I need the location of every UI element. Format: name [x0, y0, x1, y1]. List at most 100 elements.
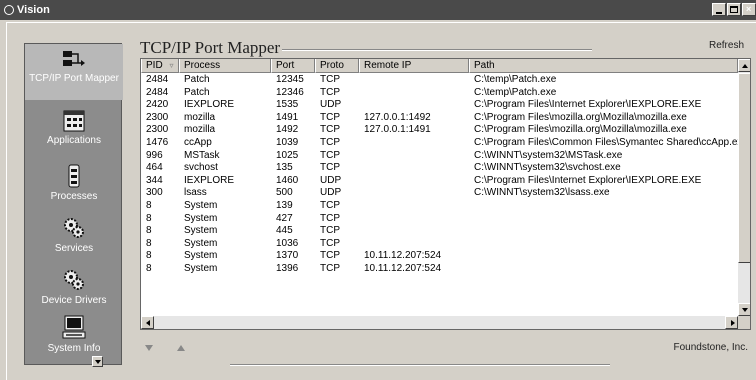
cell-process: ccApp: [184, 136, 212, 148]
cell-pid: 8: [146, 250, 152, 262]
cell-pid: 2484: [146, 86, 169, 98]
title-bar: Vision ×: [0, 0, 756, 20]
sidebar-item-device-drivers[interactable]: Device Drivers: [25, 268, 123, 306]
minimize-button[interactable]: [712, 3, 726, 16]
table-row[interactable]: 300 lsass 500 UDP C:\WINNT\system32\lsass.ex…: [141, 187, 738, 200]
sidebar-item-label: Services: [54, 243, 94, 254]
cell-pid: 8: [146, 225, 152, 237]
cell-remote-ip: 10.11.12.207:524: [364, 250, 442, 262]
sidebar-item-system-info[interactable]: System Info: [25, 314, 123, 354]
sort-ascending-icon[interactable]: [177, 345, 185, 351]
chevron-down-icon: [95, 360, 101, 364]
horizontal-scrollbar[interactable]: [141, 316, 738, 329]
scroll-down-button[interactable]: [738, 303, 750, 316]
cell-pid: 464: [146, 162, 163, 174]
table-row[interactable]: 1476 ccApp 1039 TCP C:\Program Files\Common …: [141, 137, 738, 150]
services-icon: [64, 218, 84, 238]
cell-port: 1492: [276, 124, 299, 136]
cell-process: mozilla: [184, 124, 216, 136]
table-row[interactable]: 464 svchost 135 TCP C:\WINNT\system32\svchos…: [141, 162, 738, 175]
table-row[interactable]: 996 MSTask 1025 TCP C:\WINNT\system32\MSTask…: [141, 150, 738, 163]
table-row[interactable]: 8 System 427 TCP: [141, 213, 738, 226]
cell-process: System: [184, 250, 218, 262]
maximize-button[interactable]: [727, 3, 741, 16]
cell-port: 1460: [276, 174, 299, 186]
sidebar-item-applications[interactable]: Applications: [25, 110, 123, 146]
table-row[interactable]: 8 System 1370 TCP 10.11.12.207:524: [141, 250, 738, 263]
heading-divider: [282, 49, 592, 51]
cell-proto: UDP: [320, 99, 342, 111]
table-body: 2484 Patch 12345 TCP C:\temp\Patch.exe 2484 Pa…: [141, 74, 738, 276]
table-row[interactable]: 2300 mozilla 1491 TCP 127.0.0.1:1492 C:\Progr…: [141, 112, 738, 125]
cell-proto: UDP: [320, 187, 342, 199]
cell-proto: TCP: [320, 262, 340, 274]
cell-proto: TCP: [320, 162, 340, 174]
sidebar-item-services[interactable]: Services: [25, 216, 123, 254]
cell-proto: TCP: [320, 212, 340, 224]
cell-port: 12346: [276, 86, 304, 98]
cell-path: C:\Program Files\Common Files\Symantec S…: [474, 136, 738, 148]
table-header: PID ▿ Process Port Proto Remote IP Path: [141, 59, 738, 73]
cell-pid: 2300: [146, 111, 169, 123]
column-header-proto[interactable]: Proto: [315, 59, 359, 73]
vendor-label: Foundstone, Inc.: [673, 342, 749, 353]
close-button[interactable]: ×: [742, 3, 756, 16]
cell-port: 500: [276, 187, 293, 199]
scroll-thumb[interactable]: [738, 73, 750, 263]
device-drivers-icon: [64, 270, 84, 290]
cell-port: 1370: [276, 250, 299, 262]
table-row[interactable]: 2484 Patch 12345 TCP C:\temp\Patch.exe: [141, 74, 738, 87]
sidebar-item-processes[interactable]: Processes: [25, 164, 123, 202]
sort-descending-icon[interactable]: [145, 345, 153, 351]
cell-process: System: [184, 262, 218, 274]
cell-proto: TCP: [320, 111, 340, 123]
applications-icon: [63, 110, 85, 132]
cell-process: System: [184, 237, 218, 249]
arrow-up-icon: [742, 64, 748, 68]
cell-path: C:\Program Files\mozilla.org\Mozilla\moz…: [474, 111, 687, 123]
vertical-scrollbar[interactable]: [738, 59, 750, 316]
column-header-process[interactable]: Process: [179, 59, 271, 73]
cell-process: System: [184, 225, 218, 237]
table-row[interactable]: 8 System 445 TCP: [141, 225, 738, 238]
cell-path: C:\WINNT\system32\svchost.exe: [474, 162, 621, 174]
sort-indicator-icon: ▿: [169, 61, 174, 70]
cell-proto: TCP: [320, 199, 340, 211]
processes-icon: [68, 164, 80, 188]
scroll-up-button[interactable]: [738, 59, 750, 72]
scroll-right-button[interactable]: [725, 316, 738, 329]
cell-remote-ip: 127.0.0.1:1491: [364, 124, 431, 136]
cell-pid: 344: [146, 174, 163, 186]
column-header-pid[interactable]: PID ▿: [141, 59, 179, 73]
cell-process: Patch: [184, 86, 210, 98]
cell-pid: 8: [146, 212, 152, 224]
table-row[interactable]: 2420 IEXPLORE 1535 UDP C:\Program Files\Inte…: [141, 99, 738, 112]
sidebar-item-port-mapper[interactable]: TCP/IP Port Mapper: [25, 44, 123, 100]
cell-proto: TCP: [320, 225, 340, 237]
refresh-button[interactable]: Refresh: [709, 40, 744, 51]
table-row[interactable]: 8 System 139 TCP: [141, 200, 738, 213]
sidebar-more-button[interactable]: [92, 356, 103, 367]
system-info-icon: [62, 315, 86, 339]
cell-process: System: [184, 212, 218, 224]
cell-proto: TCP: [320, 149, 340, 161]
table-row[interactable]: 2300 mozilla 1492 TCP 127.0.0.1:1491 C:\Progr…: [141, 124, 738, 137]
cell-pid: 1476: [146, 136, 169, 148]
cell-proto: TCP: [320, 250, 340, 262]
page-title: TCP/IP Port Mapper: [140, 38, 281, 57]
table-row[interactable]: 8 System 1396 TCP 10.11.12.207:524: [141, 263, 738, 276]
column-header-path[interactable]: Path: [469, 59, 738, 73]
table-row[interactable]: 2484 Patch 12346 TCP C:\temp\Patch.exe: [141, 87, 738, 100]
column-header-remote-ip[interactable]: Remote IP: [359, 59, 469, 73]
scroll-left-button[interactable]: [141, 316, 154, 329]
cell-proto: TCP: [320, 74, 340, 85]
table-row[interactable]: 8 System 1036 TCP: [141, 238, 738, 251]
app-icon: [4, 5, 14, 15]
cell-pid: 2300: [146, 124, 169, 136]
sidebar-item-label: TCP/IP Port Mapper: [29, 73, 119, 84]
cell-port: 135: [276, 162, 293, 174]
table-row[interactable]: 344 IEXPLORE 1460 UDP C:\Program Files\Inter…: [141, 175, 738, 188]
cell-pid: 2484: [146, 74, 169, 85]
cell-pid: 8: [146, 262, 152, 274]
column-header-port[interactable]: Port: [271, 59, 315, 73]
